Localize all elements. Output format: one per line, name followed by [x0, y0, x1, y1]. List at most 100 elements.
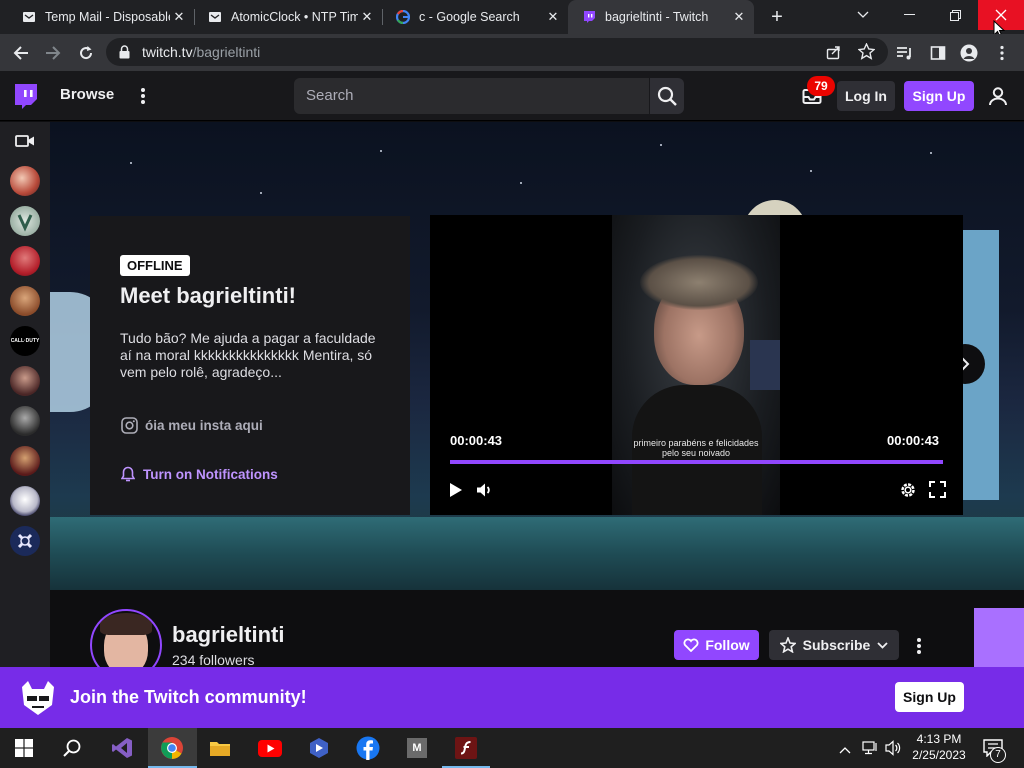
settings-gear-icon[interactable] [899, 481, 917, 504]
twitch-logo-icon[interactable] [12, 83, 38, 116]
clock-date: 2/25/2023 [912, 748, 966, 762]
callofduty-avatar[interactable]: CALL·DUTY [10, 326, 40, 356]
side-panel-icon[interactable] [925, 40, 951, 66]
youtube-icon[interactable] [255, 733, 285, 763]
search-button[interactable] [650, 78, 684, 114]
subscribe-button[interactable]: Subscribe [769, 630, 899, 660]
notifications-link[interactable]: Turn on Notifications [143, 467, 278, 482]
tab-title: Temp Mail - Disposable [45, 10, 170, 24]
channel-avatar[interactable] [10, 406, 40, 436]
instagram-link[interactable]: óia meu insta aqui [145, 418, 263, 433]
close-tab-icon[interactable]: ✕ [544, 9, 562, 25]
star-decoration [520, 182, 522, 184]
close-tab-icon[interactable]: ✕ [358, 9, 376, 25]
followed-channels-rail: CALL·DUTY [0, 122, 50, 667]
clock-time: 4:13 PM [916, 732, 962, 746]
restore-button[interactable] [932, 0, 978, 30]
card-heading: Meet bagrieltinti! [120, 283, 297, 308]
volume-icon[interactable] [476, 482, 494, 503]
video-frame [612, 215, 780, 515]
minimize-button[interactable] [886, 0, 932, 30]
follower-count: 234 followers [172, 652, 255, 668]
join-signup-button[interactable]: Sign Up [895, 682, 964, 712]
browser-tab-strip: Temp Mail - Disposable ✕ AtomicClock • N… [0, 0, 1024, 38]
join-banner-text: Join the Twitch community! [70, 687, 307, 707]
browser-tab-active[interactable]: bagrieltinti - Twitch ✕ [568, 0, 754, 34]
browser-tab[interactable]: Temp Mail - Disposable ✕ [8, 0, 194, 34]
tab-title: bagrieltinti - Twitch [605, 10, 709, 24]
forward-arrow-icon[interactable] [40, 40, 66, 66]
progress-bar[interactable] [450, 460, 943, 464]
m-app-icon[interactable]: M [402, 733, 432, 763]
media-app-icon[interactable] [304, 733, 334, 763]
channel-avatar[interactable] [10, 286, 40, 316]
user-menu-icon[interactable] [988, 86, 1008, 111]
signup-button[interactable]: Sign Up [904, 81, 974, 111]
avatar-hair [100, 613, 152, 635]
recommended-channels-icon[interactable] [15, 134, 35, 153]
channel-avatar[interactable] [10, 366, 40, 396]
tab-title: AtomicClock • NTP Time [231, 10, 358, 24]
url-host: twitch.tv [142, 44, 193, 60]
url-path: /bagrieltinti [192, 44, 261, 60]
caption-line: primeiro parabéns e felicidades [633, 438, 759, 448]
close-tab-icon[interactable]: ✕ [170, 9, 188, 25]
browser-tab[interactable]: c - Google Search ✕ [382, 0, 568, 34]
star-decoration [380, 150, 382, 152]
profile-icon[interactable] [956, 40, 982, 66]
chrome-menu-icon[interactable] [989, 40, 1015, 66]
channel-avatar[interactable] [10, 166, 40, 196]
back-arrow-icon[interactable] [8, 40, 34, 66]
address-bar[interactable]: twitch.tv/bagrieltinti [106, 38, 888, 66]
visual-studio-icon[interactable] [107, 733, 137, 763]
channel-avatar[interactable] [10, 206, 40, 236]
channel-avatar[interactable] [10, 486, 40, 516]
m-app-glyph: M [407, 738, 427, 758]
facebook-icon[interactable] [353, 733, 383, 763]
browser-tab[interactable]: AtomicClock • NTP Time ✕ [194, 0, 382, 34]
new-tab-button[interactable]: + [766, 6, 788, 28]
search-icon [657, 86, 677, 106]
windows-taskbar: M 4:13 PM 2/25/2023 7 [0, 728, 1024, 768]
file-explorer-icon[interactable] [205, 733, 235, 763]
windows-start-icon[interactable] [9, 733, 39, 763]
network-icon[interactable] [862, 740, 879, 761]
star-decoration [930, 152, 932, 154]
follow-button[interactable]: Follow [674, 630, 759, 660]
fullscreen-icon[interactable] [929, 481, 946, 503]
taskbar-clock[interactable]: 4:13 PM 2/25/2023 [908, 731, 970, 763]
person-hair [640, 255, 758, 310]
speaker-icon[interactable] [885, 740, 902, 761]
more-menu-icon[interactable] [140, 87, 146, 110]
star-decoration [130, 162, 132, 164]
follow-label: Follow [705, 637, 750, 653]
twitch-favicon-icon [582, 10, 596, 24]
close-tab-icon[interactable]: ✕ [730, 9, 748, 25]
lock-icon [119, 45, 130, 64]
offline-badge: OFFLINE [120, 255, 190, 276]
taskbar-search-icon[interactable] [57, 733, 87, 763]
chrome-icon[interactable] [157, 733, 187, 763]
flash-player-icon[interactable] [451, 733, 481, 763]
channel-avatar[interactable] [10, 246, 40, 276]
google-favicon-icon [396, 10, 410, 24]
play-icon[interactable] [449, 482, 463, 503]
atomicclock-favicon-icon [208, 10, 222, 24]
side-purple-block [974, 608, 1024, 667]
star-decoration [660, 144, 662, 146]
show-hidden-icons-chevron-icon[interactable] [839, 741, 851, 759]
tab-search-chevron-icon[interactable] [840, 0, 886, 30]
browse-link[interactable]: Browse [60, 86, 114, 103]
channel-avatar[interactable] [10, 446, 40, 476]
bookmark-star-icon[interactable] [857, 42, 876, 65]
channel-avatar[interactable] [10, 526, 40, 556]
video-caption: primeiro parabéns e felicidades pelo seu… [612, 438, 780, 458]
channel-more-icon[interactable] [916, 637, 922, 660]
reload-icon[interactable] [73, 40, 99, 66]
tab-title: c - Google Search [419, 10, 520, 24]
search-input[interactable]: Search [294, 78, 649, 114]
media-queue-icon[interactable] [892, 40, 918, 66]
share-icon[interactable] [826, 44, 842, 65]
mountains-decoration [50, 517, 1024, 590]
login-button[interactable]: Log In [837, 81, 895, 111]
